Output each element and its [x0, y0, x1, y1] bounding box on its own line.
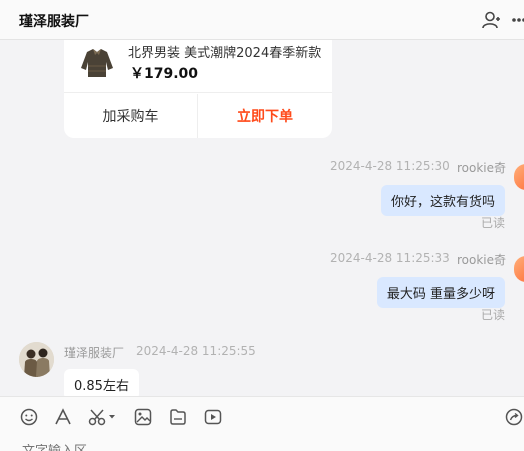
file-icon[interactable]	[168, 407, 188, 427]
share-icon[interactable]	[504, 407, 524, 427]
more-icon[interactable]	[509, 10, 524, 30]
product-price: ￥179.00	[130, 66, 199, 82]
order-now-button[interactable]: 立即下单	[198, 94, 332, 138]
message-bubble[interactable]: 你好，这款有货吗	[380, 185, 505, 216]
scissors-icon[interactable]	[88, 407, 118, 427]
message-timestamp: 2024-4-28 11:25:30	[330, 159, 450, 173]
chat-header: 瑾泽服装厂	[0, 0, 524, 40]
product-name: 北界男装 美式潮牌2024春季新款	[128, 46, 322, 61]
product-thumbnail	[78, 46, 116, 80]
emoji-icon[interactable]	[19, 407, 39, 427]
sender-name: rookie奇	[457, 161, 507, 175]
message-timestamp: 2024-4-28 11:25:55	[136, 344, 256, 358]
font-icon[interactable]	[53, 407, 73, 427]
sender-name: rookie奇	[457, 253, 507, 267]
message-input[interactable]	[22, 444, 422, 451]
message-timestamp: 2024-4-28 11:25:33	[330, 251, 450, 265]
chat-title: 瑾泽服装厂	[19, 14, 89, 30]
input-toolbar	[0, 396, 524, 451]
add-user-icon[interactable]	[481, 10, 501, 30]
avatar[interactable]	[19, 342, 54, 377]
product-card[interactable]: 北界男装 美式潮牌2024春季新款 ￥179.00 加采购车 立即下单	[64, 40, 332, 138]
image-icon[interactable]	[133, 407, 153, 427]
add-to-cart-button[interactable]: 加采购车	[64, 94, 198, 138]
sender-name: 瑾泽服装厂	[64, 346, 125, 360]
read-status: 已读	[481, 308, 506, 322]
video-icon[interactable]	[203, 407, 223, 427]
product-info[interactable]: 北界男装 美式潮牌2024春季新款 ￥179.00	[64, 40, 332, 93]
message-bubble[interactable]: 最大码 重量多少呀	[376, 277, 505, 308]
avatar[interactable]	[514, 256, 524, 282]
read-status: 已读	[481, 216, 506, 230]
avatar[interactable]	[514, 164, 524, 190]
